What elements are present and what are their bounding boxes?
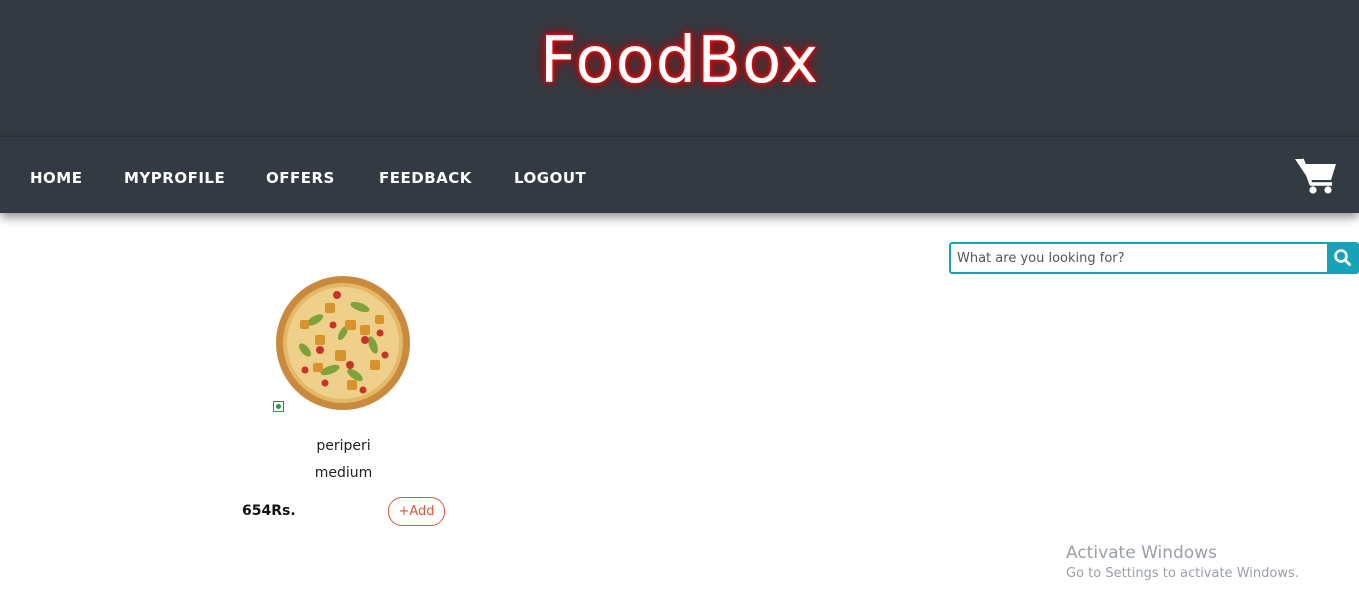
product-name: periperi bbox=[316, 438, 371, 454]
product-price: 654Rs. bbox=[242, 503, 296, 519]
search-bar bbox=[949, 242, 1359, 274]
nav-home[interactable]: HOME bbox=[30, 169, 82, 187]
add-to-cart-button[interactable]: +Add bbox=[388, 497, 445, 526]
navbar: HOME MYPROFILE OFFERS FEEDBACK LOGOUT bbox=[0, 136, 1359, 213]
search-input[interactable] bbox=[949, 242, 1331, 274]
nav-logout[interactable]: LOGOUT bbox=[514, 169, 586, 187]
veg-indicator-icon bbox=[273, 401, 284, 412]
watermark-subtitle: Go to Settings to activate Windows. bbox=[1066, 566, 1299, 581]
windows-activation-watermark: Activate Windows Go to Settings to activ… bbox=[1066, 543, 1299, 581]
brand-logo[interactable]: FoodBox bbox=[0, 24, 1359, 98]
pizza-image bbox=[275, 275, 411, 411]
nav-myprofile[interactable]: MYPROFILE bbox=[124, 169, 225, 187]
product-size: medium bbox=[314, 465, 373, 481]
shopping-cart-icon[interactable] bbox=[1294, 156, 1338, 196]
watermark-title: Activate Windows bbox=[1066, 543, 1217, 563]
app-header: FoodBox bbox=[0, 0, 1359, 136]
nav-offers[interactable]: OFFERS bbox=[266, 169, 335, 187]
search-icon bbox=[1334, 249, 1351, 266]
search-button[interactable] bbox=[1327, 242, 1359, 274]
nav-feedback[interactable]: FEEDBACK bbox=[379, 169, 472, 187]
product-card: periperi medium 654Rs. +Add bbox=[230, 270, 460, 540]
